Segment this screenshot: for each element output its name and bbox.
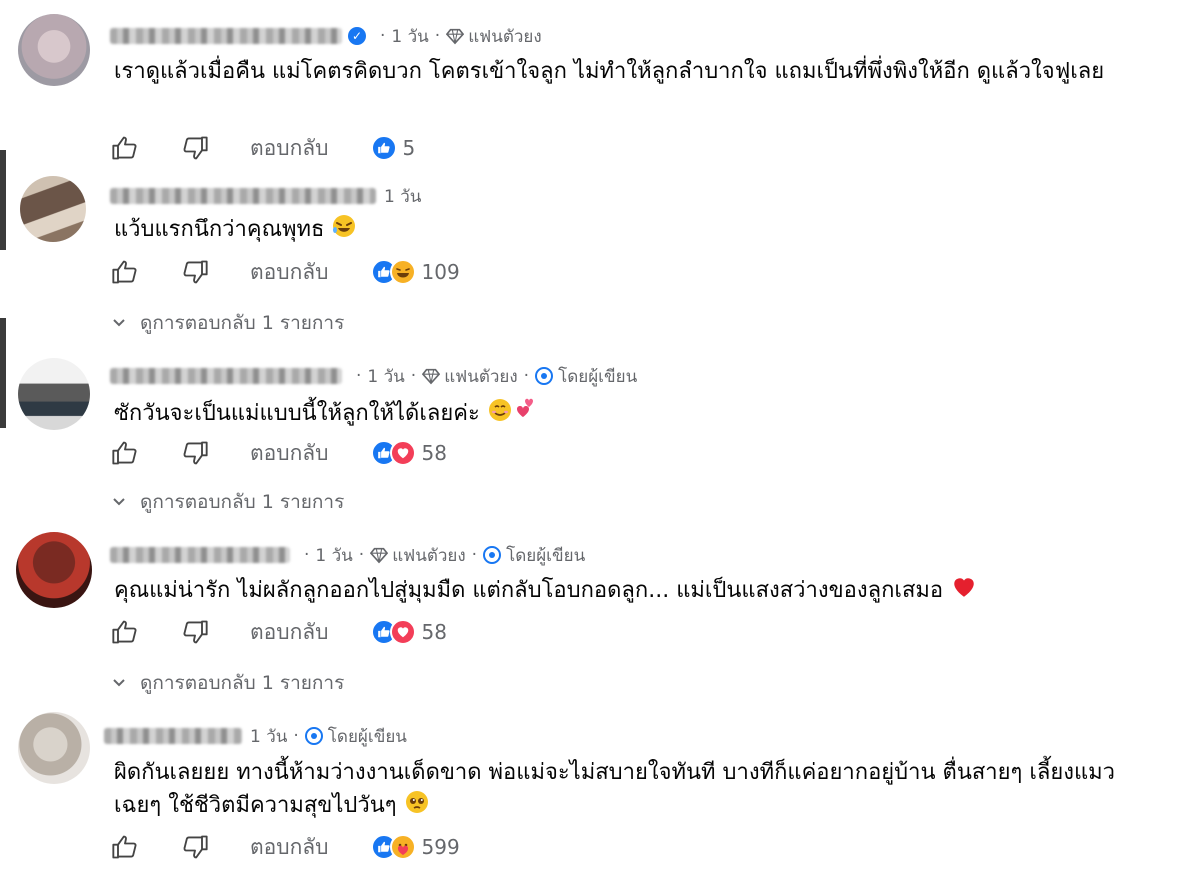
- view-replies-link[interactable]: ดูการตอบกลับ 1 รายการ: [112, 308, 344, 338]
- chevron-down-icon: [113, 319, 125, 327]
- avatar[interactable]: [18, 14, 90, 86]
- view-replies-link[interactable]: ดูการตอบกลับ 1 รายการ: [112, 668, 344, 698]
- view-replies-label: ดูการตอบกลับ 1 รายการ: [140, 312, 345, 334]
- like-icon[interactable]: [108, 830, 142, 864]
- care-reaction-icon: [389, 834, 416, 860]
- reaction-summary[interactable]: 58: [370, 619, 447, 645]
- comment-text: ผิดกันเลยยย ทางนี้ห้ามว่างงานเด็ดขาด พ่อ…: [114, 760, 1116, 818]
- diamond-icon: [422, 368, 441, 385]
- dislike-icon[interactable]: [178, 436, 212, 470]
- comment-text: คุณแม่น่ารัก ไม่ผลักลูกออกไปสู่มุมมืด แต…: [114, 578, 944, 603]
- author-badge-icon: [304, 727, 323, 745]
- author-name[interactable]: [110, 188, 376, 204]
- reaction-summary[interactable]: 109: [370, 259, 460, 285]
- top-fan-badge: แฟนตัวยง: [468, 26, 542, 47]
- comment-time[interactable]: 1 วัน: [315, 542, 352, 569]
- like-icon[interactable]: [108, 255, 142, 289]
- reaction-count: 599: [421, 835, 460, 859]
- top-fan-badge: แฟนตัวยง: [392, 545, 466, 566]
- author-badge-icon: [535, 367, 554, 385]
- author-name[interactable]: [110, 368, 342, 384]
- chevron-down-icon: [113, 679, 125, 687]
- author-label: โดยผู้เขียน: [327, 726, 407, 747]
- comment-text: แว้บแรกนึกว่าคุณพุทธ: [114, 217, 325, 242]
- reply-button[interactable]: ตอบกลับ: [250, 437, 329, 470]
- thread-line: [0, 318, 6, 428]
- author-name[interactable]: [110, 28, 342, 44]
- reaction-count: 5: [402, 136, 416, 160]
- like-icon[interactable]: [108, 131, 142, 165]
- view-replies-label: ดูการตอบกลับ 1 รายการ: [140, 491, 345, 513]
- avatar[interactable]: [20, 176, 86, 242]
- haha-reaction-icon: [389, 259, 416, 285]
- author-badge-icon: [483, 546, 502, 564]
- diamond-icon: [446, 28, 465, 45]
- author-label: โดยผู้เขียน: [558, 366, 638, 387]
- comment-time[interactable]: 1 วัน: [391, 23, 428, 50]
- view-replies-label: ดูการตอบกลับ 1 รายการ: [140, 672, 345, 694]
- comment-text: ซักวันจะเป็นแม่แบบนี้ให้ลูกให้ได้เลยค่ะ: [114, 401, 480, 426]
- pleading-emoji-icon: [405, 791, 428, 813]
- avatar[interactable]: [18, 712, 90, 784]
- comment-time[interactable]: 1 วัน: [367, 363, 404, 390]
- like-icon[interactable]: [108, 436, 142, 470]
- reaction-summary[interactable]: 599: [370, 834, 460, 860]
- comment-text: เราดูแล้วเมื่อคืน แม่โคตรคิดบวก โคตรเข้า…: [114, 59, 1105, 84]
- author-name[interactable]: [110, 547, 290, 563]
- reaction-count: 58: [421, 620, 447, 644]
- comment-time[interactable]: 1 วัน: [250, 723, 287, 750]
- diamond-icon: [370, 547, 389, 564]
- reaction-summary[interactable]: 5: [370, 135, 416, 161]
- view-replies-link[interactable]: ดูการตอบกลับ 1 รายการ: [112, 487, 344, 517]
- avatar[interactable]: [16, 532, 92, 608]
- love-reaction-icon: [389, 440, 416, 466]
- red-heart-emoji-icon: [954, 578, 974, 597]
- reaction-count: 58: [421, 441, 447, 465]
- author-label: โดยผู้เขียน: [506, 545, 586, 566]
- reply-button[interactable]: ตอบกลับ: [250, 831, 329, 864]
- dislike-icon[interactable]: [178, 615, 212, 649]
- verified-badge-icon: ✓: [348, 27, 366, 45]
- author-name[interactable]: [104, 728, 242, 744]
- dislike-icon[interactable]: [178, 131, 212, 165]
- chevron-down-icon: [113, 498, 125, 506]
- like-reaction-icon: [370, 135, 397, 161]
- rofl-emoji-icon: [333, 215, 356, 237]
- thread-line: [0, 150, 6, 250]
- dislike-icon[interactable]: [178, 830, 212, 864]
- smile-hearts-emoji-icon: [488, 398, 533, 421]
- like-icon[interactable]: [108, 615, 142, 649]
- top-fan-badge: แฟนตัวยง: [444, 366, 518, 387]
- love-reaction-icon: [389, 619, 416, 645]
- reply-button[interactable]: ตอบกลับ: [250, 132, 329, 165]
- comment-time[interactable]: 1 วัน: [384, 183, 421, 210]
- reply-button[interactable]: ตอบกลับ: [250, 616, 329, 649]
- avatar[interactable]: [18, 358, 90, 430]
- reaction-summary[interactable]: 58: [370, 440, 447, 466]
- reply-button[interactable]: ตอบกลับ: [250, 256, 329, 289]
- dislike-icon[interactable]: [178, 255, 212, 289]
- reaction-count: 109: [421, 260, 460, 284]
